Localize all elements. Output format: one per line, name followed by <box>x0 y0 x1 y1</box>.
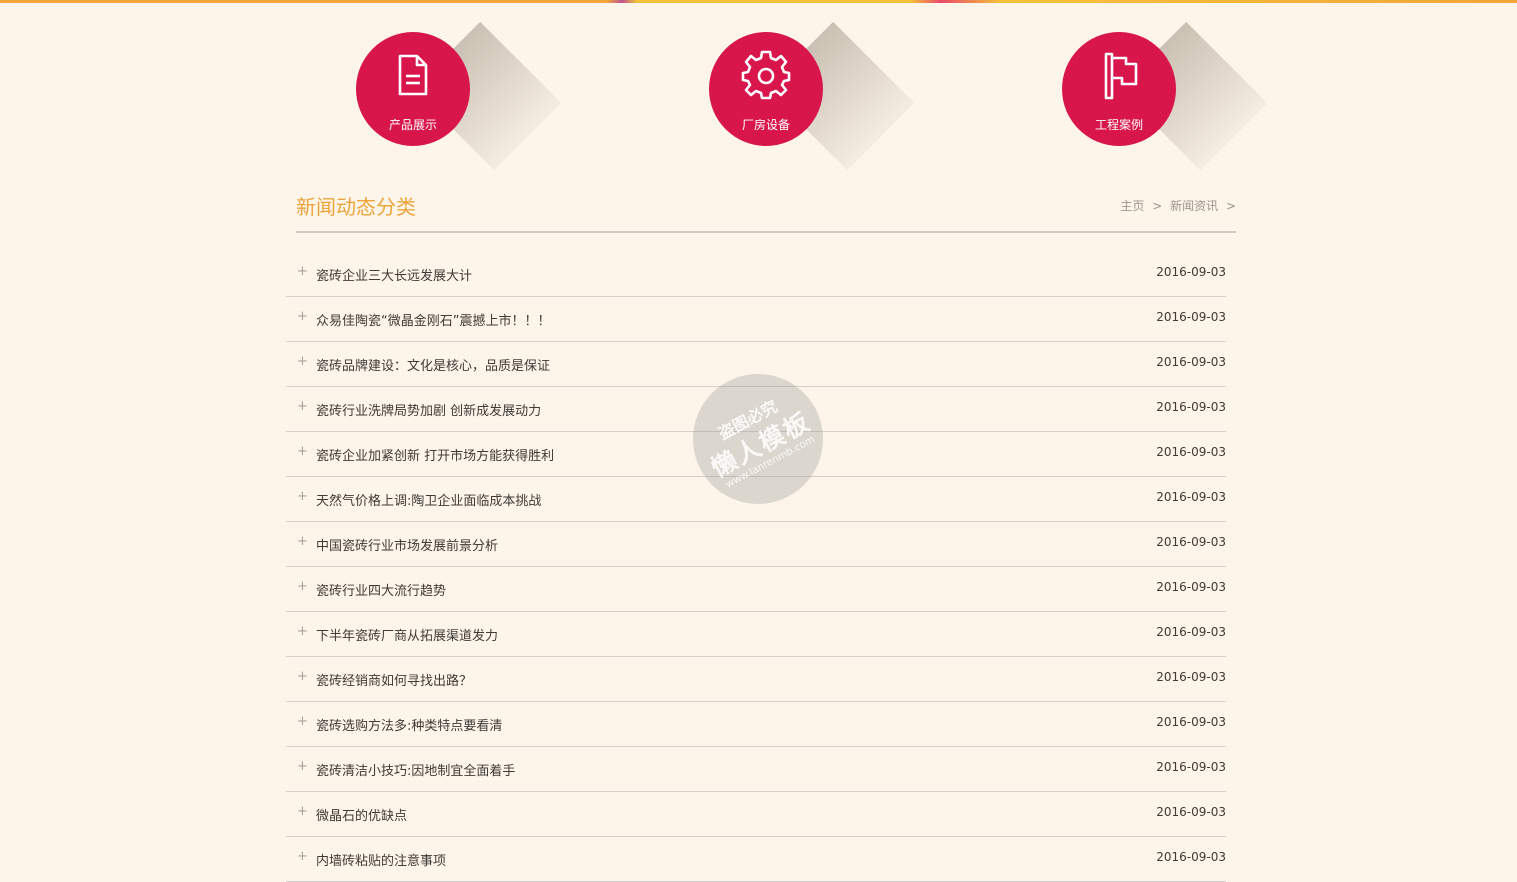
news-date: 2016-09-03 <box>1156 355 1226 369</box>
news-date: 2016-09-03 <box>1156 760 1226 774</box>
nav-product-display[interactable]: 产品展示 <box>356 21 562 171</box>
list-item: + 瓷砖选购方法多:种类特点要看清 2016-09-03 <box>286 702 1226 747</box>
nav-factory-equipment[interactable]: 厂房设备 <box>709 21 915 171</box>
nav-circle-disc: 厂房设备 <box>709 32 823 146</box>
nav-circle-disc: 产品展示 <box>356 32 470 146</box>
plus-icon: + <box>297 624 308 639</box>
plus-icon: + <box>297 714 308 729</box>
news-title-link[interactable]: 众易佳陶瓷“微晶金刚石”震撼上市！！！ <box>316 310 550 329</box>
plus-icon: + <box>297 309 308 324</box>
news-date: 2016-09-03 <box>1156 805 1226 819</box>
news-date: 2016-09-03 <box>1156 850 1226 864</box>
plus-icon: + <box>297 399 308 414</box>
news-title-link[interactable]: 瓷砖企业三大长远发展大计 <box>316 265 472 284</box>
breadcrumb-separator: > <box>1152 199 1163 213</box>
list-item: + 内墙砖粘贴的注意事项 2016-09-03 <box>286 837 1226 882</box>
plus-icon: + <box>297 804 308 819</box>
news-title-link[interactable]: 瓷砖选购方法多:种类特点要看清 <box>316 715 502 734</box>
list-item: + 瓷砖清洁小技巧:因地制宜全面着手 2016-09-03 <box>286 747 1226 792</box>
breadcrumb-home[interactable]: 主页 <box>1120 199 1144 213</box>
news-list: + 瓷砖企业三大长远发展大计 2016-09-03 + 众易佳陶瓷“微晶金刚石”震撼上… <box>286 252 1226 882</box>
section-title: 新闻动态分类 <box>296 195 416 219</box>
news-title-link[interactable]: 瓷砖清洁小技巧:因地制宜全面着手 <box>316 760 515 779</box>
watermark-text: 盗图必究 懒人模板 www.lanrenmb.com <box>693 374 823 504</box>
news-date: 2016-09-03 <box>1156 400 1226 414</box>
news-title-link[interactable]: 瓷砖品牌建设：文化是核心，品质是保证 <box>316 355 550 374</box>
flag-icon <box>1104 52 1138 100</box>
news-title-link[interactable]: 瓷砖行业四大流行趋势 <box>316 580 446 599</box>
nav-circle-disc: 工程案例 <box>1062 32 1176 146</box>
news-title-link[interactable]: 瓷砖企业加紧创新 打开市场方能获得胜利 <box>316 445 554 464</box>
gear-icon <box>741 50 791 100</box>
news-title-link[interactable]: 瓷砖经销商如何寻找出路？ <box>316 670 472 689</box>
plus-icon: + <box>297 444 308 459</box>
news-title-link[interactable]: 中国瓷砖行业市场发展前景分析 <box>316 535 498 554</box>
plus-icon: + <box>297 669 308 684</box>
news-title-link[interactable]: 瓷砖行业洗牌局势加剧 创新成发展动力 <box>316 400 541 419</box>
news-title-link[interactable]: 下半年瓷砖厂商从拓展渠道发力 <box>316 625 498 644</box>
plus-icon: + <box>297 354 308 369</box>
nav-label: 产品展示 <box>388 118 437 132</box>
news-date: 2016-09-03 <box>1156 310 1226 324</box>
plus-icon: + <box>297 579 308 594</box>
plus-icon: + <box>297 759 308 774</box>
news-date: 2016-09-03 <box>1156 715 1226 729</box>
list-item: + 微晶石的优缺点 2016-09-03 <box>286 792 1226 837</box>
document-icon <box>398 54 428 96</box>
news-title-link[interactable]: 内墙砖粘贴的注意事项 <box>316 850 446 869</box>
news-date: 2016-09-03 <box>1156 445 1226 459</box>
breadcrumb-current[interactable]: 新闻资讯 <box>1170 199 1218 213</box>
news-title-link[interactable]: 天然气价格上调:陶卫企业面临成本挑战 <box>316 490 541 509</box>
nav-label: 工程案例 <box>1094 118 1143 132</box>
news-title-link[interactable]: 微晶石的优缺点 <box>316 805 407 824</box>
nav-engineering-cases[interactable]: 工程案例 <box>1062 21 1268 171</box>
watermark-seal: 盗图必究 懒人模板 www.lanrenmb.com <box>693 374 823 504</box>
plus-icon: + <box>297 849 308 864</box>
list-item: + 瓷砖经销商如何寻找出路？ 2016-09-03 <box>286 657 1226 702</box>
list-item: + 众易佳陶瓷“微晶金刚石”震撼上市！！！ 2016-09-03 <box>286 297 1226 342</box>
news-date: 2016-09-03 <box>1156 580 1226 594</box>
plus-icon: + <box>297 534 308 549</box>
plus-icon: + <box>297 489 308 504</box>
news-date: 2016-09-03 <box>1156 490 1226 504</box>
news-date: 2016-09-03 <box>1156 670 1226 684</box>
breadcrumb: 主页 > 新闻资讯 > <box>1116 197 1236 214</box>
list-item: + 瓷砖行业四大流行趋势 2016-09-03 <box>286 567 1226 612</box>
news-date: 2016-09-03 <box>1156 265 1226 279</box>
list-item: + 下半年瓷砖厂商从拓展渠道发力 2016-09-03 <box>286 612 1226 657</box>
section-header: 新闻动态分类 主页 > 新闻资讯 > <box>296 185 1236 233</box>
news-date: 2016-09-03 <box>1156 535 1226 549</box>
news-date: 2016-09-03 <box>1156 625 1226 639</box>
list-item: + 中国瓷砖行业市场发展前景分析 2016-09-03 <box>286 522 1226 567</box>
nav-label: 厂房设备 <box>741 118 790 132</box>
list-item: + 瓷砖企业三大长远发展大计 2016-09-03 <box>286 252 1226 297</box>
breadcrumb-separator: > <box>1225 199 1236 213</box>
plus-icon: + <box>297 264 308 279</box>
category-nav: 产品展示 厂房设备 工程案例 <box>0 0 1517 190</box>
